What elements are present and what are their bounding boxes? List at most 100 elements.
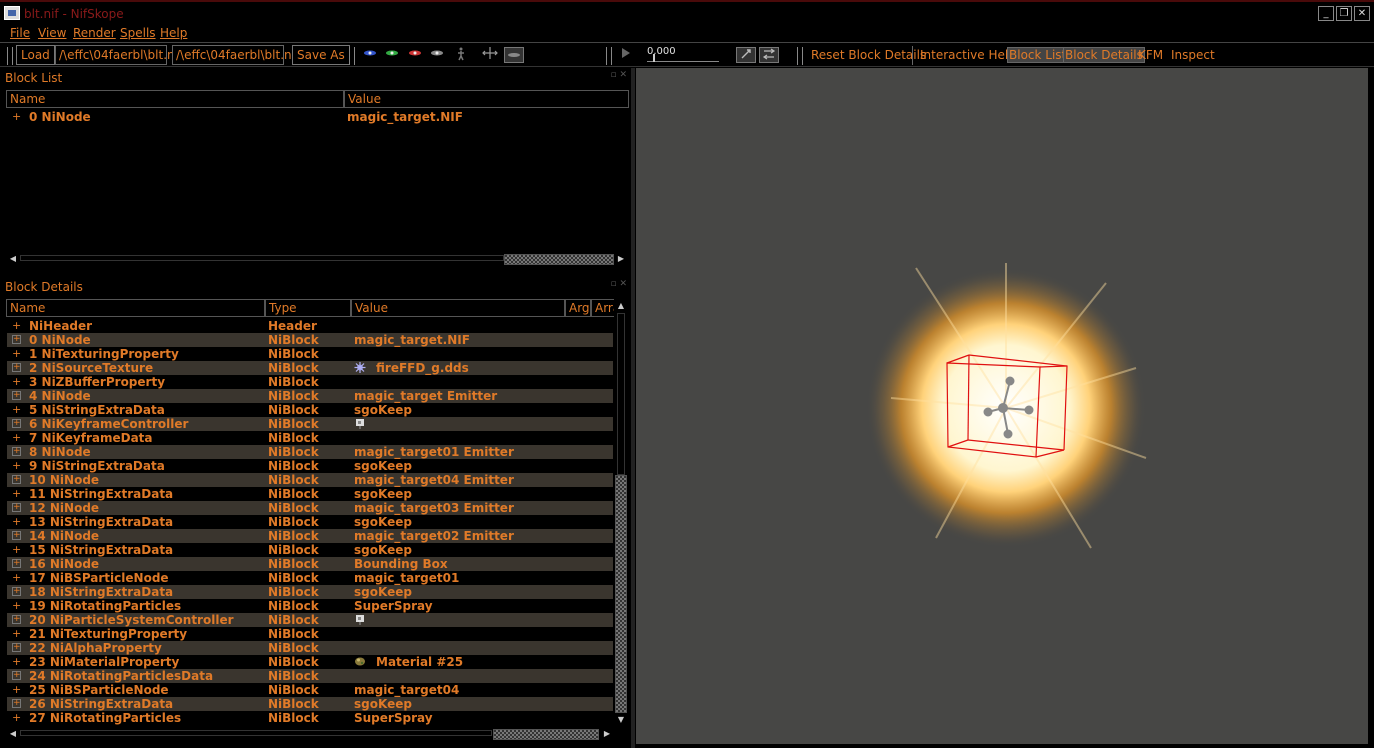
save-as-button[interactable]: Save As xyxy=(292,45,350,65)
table-row[interactable]: +1 NiTexturingProperty NiBlock xyxy=(7,347,613,361)
time-slider-handle[interactable] xyxy=(653,54,655,62)
table-row[interactable]: +14 NiNode NiBlock magic_target02 Emitter xyxy=(7,529,613,543)
expand-icon[interactable]: + xyxy=(12,363,21,372)
load-path-field[interactable]: /\effc\04faerbl\blt.nif xyxy=(55,45,182,65)
table-row[interactable]: +4 NiNode NiBlock magic_target Emitter xyxy=(7,389,613,403)
block-details-dock-controls[interactable]: ▫ ✕ xyxy=(610,279,627,289)
table-row[interactable]: +18 NiStringExtraData NiBlock sgoKeep xyxy=(7,585,613,599)
close-button[interactable]: ✕ xyxy=(1354,6,1370,21)
table-row[interactable]: + NiHeader Header xyxy=(7,319,613,333)
toolbar-grip[interactable] xyxy=(797,47,803,65)
table-row[interactable]: +21 NiTexturingProperty NiBlock xyxy=(7,627,613,641)
expand-icon[interactable]: + xyxy=(12,375,21,389)
table-row[interactable]: +27 NiRotatingParticles NiBlock SuperSpray xyxy=(7,711,613,725)
render-viewport[interactable] xyxy=(636,68,1368,744)
flip-axis-icon[interactable] xyxy=(480,47,500,63)
scrollbar-thumb[interactable] xyxy=(504,254,614,265)
table-row[interactable]: +23 NiMaterialProperty NiBlock Material #2… xyxy=(7,655,613,669)
expand-icon[interactable]: + xyxy=(12,711,21,725)
table-row[interactable]: +8 NiNode NiBlock magic_target01 Emitter xyxy=(7,445,613,459)
expand-icon[interactable]: + xyxy=(12,515,21,529)
inspect-button[interactable]: Inspect xyxy=(1171,48,1215,62)
interactive-help-button[interactable]: Interactive Help xyxy=(920,48,1016,62)
scrollbar-thumb[interactable] xyxy=(615,475,627,713)
table-row[interactable]: +26 NiStringExtraData NiBlock sgoKeep xyxy=(7,697,613,711)
menu-render[interactable]: Render xyxy=(73,26,116,40)
table-row[interactable]: +7 NiKeyframeData NiBlock xyxy=(7,431,613,445)
details-header-array[interactable]: Arra xyxy=(591,299,615,317)
scrollbar-thumb[interactable] xyxy=(493,729,599,740)
view-user-icon[interactable] xyxy=(427,47,447,63)
menu-spells[interactable]: Spells xyxy=(120,26,156,40)
view-front-icon[interactable] xyxy=(360,47,380,63)
table-row[interactable]: +0 NiNode NiBlock magic_target.NIF xyxy=(7,333,613,347)
details-header-value[interactable]: Value xyxy=(351,299,565,317)
expand-icon[interactable]: + xyxy=(12,419,21,428)
expand-icon[interactable]: + xyxy=(12,431,21,445)
restore-button[interactable]: ❐ xyxy=(1336,6,1352,21)
expand-icon[interactable]: + xyxy=(12,655,21,669)
expand-icon[interactable]: + xyxy=(12,531,21,540)
scroll-right-arrow[interactable]: ▶ xyxy=(600,727,614,741)
expand-icon[interactable]: + xyxy=(12,503,21,512)
table-row[interactable]: +6 NiKeyframeController NiBlock xyxy=(7,417,613,431)
perspective-toggle-icon[interactable] xyxy=(504,47,524,63)
block-details-vscrollbar[interactable]: ▲ ▼ xyxy=(614,299,628,727)
table-row[interactable]: +3 NiZBufferProperty NiBlock xyxy=(7,375,613,389)
expand-icon[interactable]: + xyxy=(12,699,21,708)
details-header-argument[interactable]: Argu xyxy=(565,299,591,317)
table-row[interactable]: +5 NiStringExtraData NiBlock sgoKeep xyxy=(7,403,613,417)
play-icon[interactable] xyxy=(616,47,636,63)
save-path-field[interactable]: /\effc\04faerbl\blt.nif xyxy=(172,45,299,65)
view-top-icon[interactable] xyxy=(405,47,425,63)
table-row[interactable]: +25 NiBSParticleNode NiBlock magic_target0… xyxy=(7,683,613,697)
table-row[interactable]: +22 NiAlphaProperty NiBlock xyxy=(7,641,613,655)
details-header-name[interactable]: Name xyxy=(6,299,265,317)
block-details-toggle[interactable]: Block Details xyxy=(1063,47,1145,63)
menu-help[interactable]: Help xyxy=(160,26,187,40)
block-list-header-name[interactable]: Name xyxy=(6,90,344,108)
table-row[interactable]: +2 NiSourceTexture NiBlock fireFFD_g.dds xyxy=(7,361,613,375)
expand-icon[interactable]: + xyxy=(12,643,21,652)
table-row[interactable]: +24 NiRotatingParticlesData NiBlock xyxy=(7,669,613,683)
table-row[interactable]: +16 NiNode NiBlock Bounding Box xyxy=(7,557,613,571)
expand-icon[interactable]: + xyxy=(12,391,21,400)
animation-switch-icon[interactable] xyxy=(759,47,779,63)
block-list-toggle[interactable]: Block List xyxy=(1007,47,1069,63)
table-row[interactable]: +15 NiStringExtraData NiBlock sgoKeep xyxy=(7,543,613,557)
expand-icon[interactable]: + xyxy=(12,599,21,613)
expand-icon[interactable]: + xyxy=(12,110,21,124)
table-row[interactable]: +17 NiBSParticleNode NiBlock magic_target0… xyxy=(7,571,613,585)
minimize-button[interactable]: _ xyxy=(1318,6,1334,21)
table-row[interactable]: +13 NiStringExtraData NiBlock sgoKeep xyxy=(7,515,613,529)
scroll-left-arrow[interactable]: ◀ xyxy=(6,252,20,266)
reset-block-details-button[interactable]: Reset Block Details xyxy=(811,48,926,62)
block-list-dock-controls[interactable]: ▫ ✕ xyxy=(610,70,627,80)
view-side-icon[interactable] xyxy=(382,47,402,63)
walk-mode-icon[interactable] xyxy=(451,47,471,63)
expand-icon[interactable]: + xyxy=(12,475,21,484)
menu-file[interactable]: File xyxy=(10,26,30,40)
toolbar-grip[interactable] xyxy=(349,47,355,65)
expand-icon[interactable]: + xyxy=(12,543,21,557)
expand-icon[interactable]: + xyxy=(12,487,21,501)
block-details-hscrollbar[interactable]: ◀ ▶ xyxy=(6,727,614,741)
animation-loop-icon[interactable] xyxy=(736,47,756,63)
expand-icon[interactable]: + xyxy=(12,347,21,361)
block-list-hscrollbar[interactable]: ◀ ▶ xyxy=(6,252,628,266)
kfm-button[interactable]: KFM xyxy=(1138,48,1163,62)
details-header-type[interactable]: Type xyxy=(265,299,351,317)
expand-icon[interactable]: + xyxy=(12,559,21,568)
toolbar-grip[interactable] xyxy=(7,47,13,65)
expand-icon[interactable]: + xyxy=(12,627,21,641)
expand-icon[interactable]: + xyxy=(12,571,21,585)
table-row[interactable]: +9 NiStringExtraData NiBlock sgoKeep xyxy=(7,459,613,473)
expand-icon[interactable]: + xyxy=(12,447,21,456)
block-list-row[interactable]: + 0 NiNode magic_target.NIF xyxy=(7,110,619,124)
table-row[interactable]: +10 NiNode NiBlock magic_target04 Emitter xyxy=(7,473,613,487)
time-slider[interactable] xyxy=(647,54,719,62)
expand-icon[interactable]: + xyxy=(12,335,21,344)
expand-icon[interactable]: + xyxy=(12,671,21,680)
expand-icon[interactable]: + xyxy=(12,403,21,417)
expand-icon[interactable]: + xyxy=(12,319,21,333)
